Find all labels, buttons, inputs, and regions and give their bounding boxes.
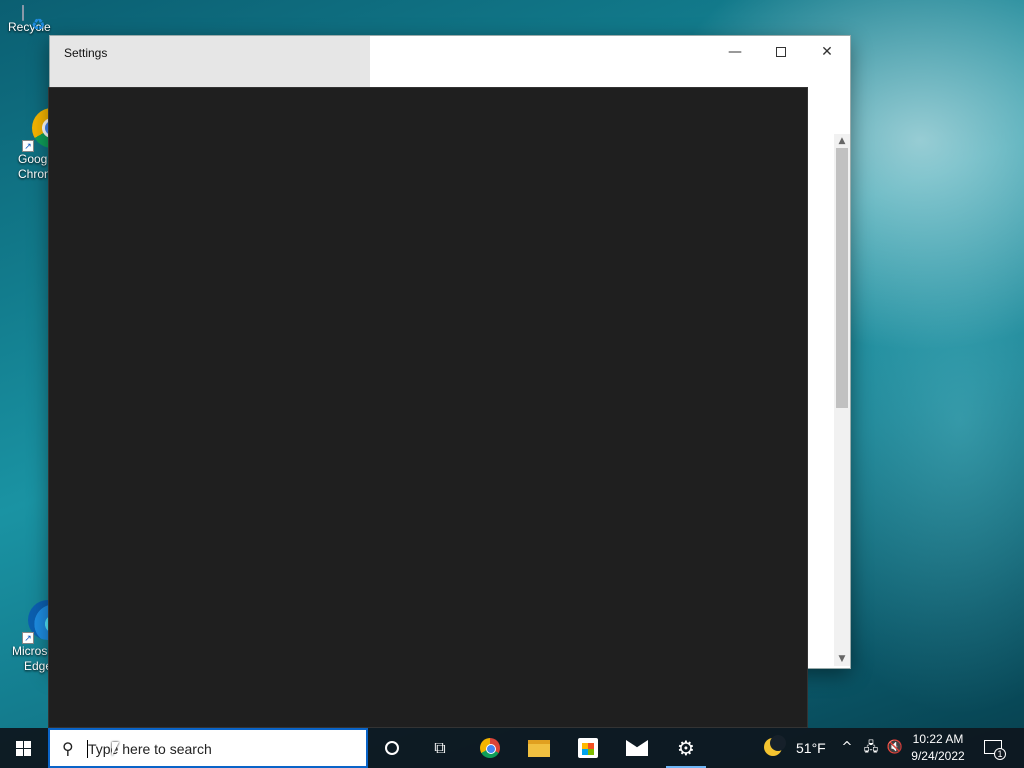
mail-icon [626,740,648,756]
file-explorer-icon [528,740,550,757]
search-icon: ⚲ [62,739,74,758]
cortana-icon [385,741,399,755]
network-icon[interactable]: 🖧 [860,728,882,768]
task-view-button[interactable]: ⧉ [416,728,464,768]
navigation-pane-header [50,36,370,88]
desktop-icon-recycle-bin[interactable]: Recycle [8,5,68,35]
content-scrollbar[interactable]: ▲ ▼ [834,134,850,666]
cortana-button[interactable] [368,728,416,768]
task-view-icon: ⧉ [434,738,446,757]
taskbar-chrome[interactable] [466,728,514,768]
taskbar-microsoft-store[interactable] [564,728,612,768]
minimize-button[interactable]: — [712,36,758,68]
volume-muted-icon[interactable]: 🔇 [884,728,906,768]
microsoft-store-icon [578,738,598,758]
scroll-up-arrow-icon[interactable]: ▲ [834,134,850,148]
chrome-icon [480,738,500,758]
maximize-button[interactable] [758,36,804,68]
start-button[interactable] [0,728,48,768]
maximize-icon [776,47,786,57]
dark-overlay-panel [48,87,808,728]
recycle-bin-icon [22,5,24,21]
clock-time: 10:22 AM [912,732,964,746]
search-placeholder: Type here to search [88,741,212,757]
taskbar-file-explorer[interactable] [515,728,563,768]
taskbar-settings[interactable]: ⚙ [662,728,710,768]
settings-icon: ⚙ [677,736,695,760]
taskbar-search-box[interactable]: ⚲ Type here to search [48,728,368,768]
scroll-down-arrow-icon[interactable]: ▼ [834,652,850,666]
system-clock[interactable]: 10:22 AM 9/24/2022 [906,731,970,765]
taskbar-mail[interactable] [613,728,661,768]
show-hidden-icons-button[interactable]: ^ [838,728,856,768]
title-bar[interactable]: Settings — ✕ [50,36,850,88]
window-title: Settings [64,46,108,60]
weather-temperature: 51°F [796,740,826,756]
close-button[interactable]: ✕ [804,36,850,68]
scrollbar-thumb[interactable] [836,148,848,408]
shortcut-arrow-icon: ↗ [22,140,34,152]
taskbar: ⚲ Type here to search ⧉ ⚙ 51°F ^ 🖧 🔇 10:… [0,728,1024,768]
shortcut-arrow-icon: ↗ [22,632,34,644]
moon-icon [764,735,786,756]
action-center-button[interactable]: 1 [982,728,1006,768]
clock-date: 9/24/2022 [911,749,965,763]
mouse-cursor [112,742,119,756]
notification-count-badge: 1 [994,748,1006,760]
